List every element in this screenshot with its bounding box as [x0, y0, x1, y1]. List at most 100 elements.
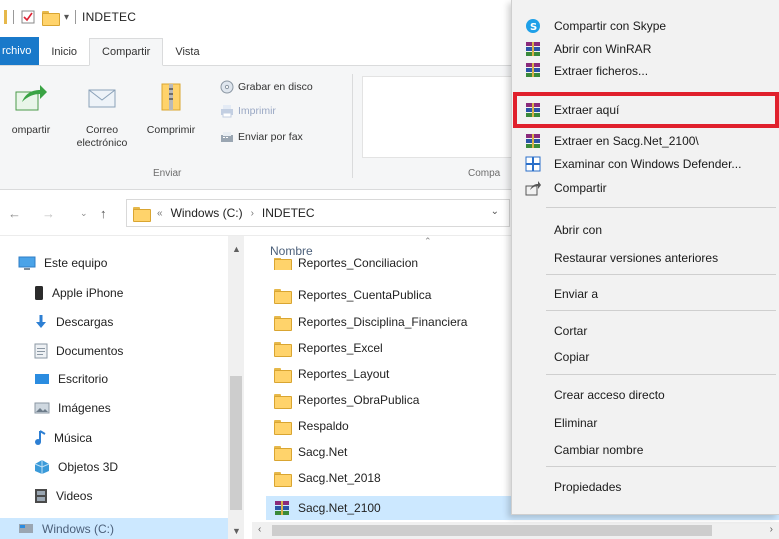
crumb-chevron-icon[interactable]: › — [251, 208, 254, 219]
file-row[interactable]: Reportes_Disciplina_Financiera — [274, 315, 467, 331]
file-name: Reportes_ObraPublica — [298, 393, 420, 407]
up-arrow-icon[interactable]: ↑ — [100, 206, 107, 221]
nav-item-label: Imágenes — [58, 401, 111, 415]
menu-item-label: Eliminar — [554, 416, 598, 430]
window-title: INDETEC — [82, 10, 137, 24]
menu-item-share[interactable]: Compartir — [512, 175, 779, 201]
folder-icon — [133, 206, 151, 222]
group-share-label: Compa — [468, 168, 501, 179]
menu-separator — [546, 274, 776, 275]
file-row[interactable]: Reportes_ObraPublica — [274, 393, 420, 409]
column-header-name[interactable]: Nombre — [270, 244, 313, 258]
folder-icon — [274, 419, 292, 435]
menu-item-create-shortcut[interactable]: Crear acceso directo — [512, 382, 779, 408]
compress-button[interactable]: Comprimir — [140, 80, 202, 137]
menu-item-label: Compartir con Skype — [554, 19, 667, 33]
computer-icon — [18, 256, 36, 270]
qa-dropdown-icon[interactable]: ▾ — [64, 12, 69, 23]
menu-item-open-winrar[interactable]: Abrir con WinRAR — [512, 36, 779, 62]
nav-item-music[interactable]: Música — [34, 430, 92, 446]
file-row[interactable]: Reportes_CuentaPublica — [274, 288, 432, 304]
menu-item-label: Cortar — [554, 324, 588, 338]
nav-item-windows-c[interactable]: Windows (C:) — [0, 518, 228, 539]
phone-icon — [35, 286, 43, 300]
nav-scrollbar-thumb[interactable] — [230, 376, 242, 510]
back-arrow-icon[interactable]: ← — [8, 206, 21, 221]
file-row-partial[interactable]: Reportes_Conciliacion — [274, 258, 418, 270]
print-button[interactable]: Imprimir — [220, 104, 276, 118]
file-row[interactable]: Respaldo — [274, 419, 349, 435]
group-send-label: Enviar — [153, 168, 182, 179]
menu-separator — [546, 207, 776, 208]
menu-item-extract-files[interactable]: Extraer ficheros... — [512, 60, 779, 80]
breadcrumb-drive[interactable]: Windows (C:) — [171, 206, 243, 220]
email-button[interactable]: Correo electrónico — [72, 80, 132, 150]
email-label-1: Correo — [85, 124, 119, 136]
file-row[interactable]: Sacg.Net_2018 — [274, 471, 381, 487]
menu-item-properties[interactable]: Propiedades — [512, 474, 779, 500]
winrar-extract-icon — [518, 62, 548, 78]
file-name: Reportes_CuentaPublica — [298, 288, 432, 302]
scroll-up-icon[interactable]: ▲ — [232, 244, 241, 254]
tab-view[interactable]: Vista — [163, 39, 211, 65]
context-menu: S Compartir con Skype Abrir con WinRAR E… — [511, 0, 779, 515]
recent-chevron-icon[interactable]: ⌄ — [80, 208, 88, 219]
file-row[interactable]: Sacg.Net — [274, 445, 347, 461]
tab-share[interactable]: Compartir — [89, 38, 164, 66]
menu-item-label: Enviar a — [554, 287, 599, 301]
winrar-archive-icon — [275, 501, 289, 515]
pictures-icon — [34, 402, 50, 414]
share-label: ompartir — [11, 124, 51, 136]
music-note-icon — [35, 430, 46, 445]
menu-item-restore-versions[interactable]: Restaurar versiones anteriores — [512, 245, 779, 271]
properties-icon[interactable] — [20, 9, 36, 25]
scroll-right-icon[interactable]: › — [770, 524, 773, 535]
horizontal-scrollbar[interactable]: ‹ › — [252, 522, 779, 539]
menu-item-label: Propiedades — [554, 480, 622, 494]
nav-item-pictures[interactable]: Imágenes — [34, 401, 111, 415]
fax-button[interactable]: Enviar por fax — [220, 130, 303, 144]
menu-item-label: Copiar — [554, 350, 590, 364]
nav-item-label: Apple iPhone — [52, 286, 124, 300]
new-folder-icon[interactable] — [42, 9, 60, 26]
nav-item-downloads[interactable]: Descargas — [34, 314, 113, 330]
crumb-overflow[interactable]: « — [157, 208, 163, 219]
group-separator — [352, 74, 353, 178]
fax-label: Enviar por fax — [238, 131, 303, 143]
breadcrumb-folder[interactable]: INDETEC — [262, 206, 315, 220]
nav-item-label: Videos — [56, 489, 93, 503]
tab-file[interactable]: rchivo — [0, 37, 40, 65]
menu-item-cut[interactable]: Cortar — [512, 318, 779, 344]
menu-item-open-with[interactable]: Abrir con — [512, 217, 779, 243]
forward-arrow-icon[interactable]: → — [42, 206, 55, 221]
menu-item-rename[interactable]: Cambiar nombre — [512, 437, 779, 463]
scroll-down-icon[interactable]: ▼ — [232, 526, 241, 536]
nav-item-3d-objects[interactable]: Objetos 3D — [34, 459, 118, 475]
fax-icon — [221, 132, 233, 142]
compress-label: Comprimir — [146, 124, 196, 136]
download-arrow-icon — [36, 315, 46, 328]
nav-item-apple-iphone[interactable]: Apple iPhone — [34, 285, 123, 301]
nav-item-this-pc[interactable]: Este equipo — [18, 256, 107, 270]
nav-item-label: Windows (C:) — [42, 522, 115, 536]
folder-icon — [274, 471, 292, 487]
file-row[interactable]: Reportes_Layout — [274, 367, 389, 383]
address-bar[interactable]: « Windows (C:) › INDETEC ⌄ — [126, 199, 510, 227]
scroll-left-icon[interactable]: ‹ — [258, 524, 261, 535]
menu-separator — [546, 310, 776, 311]
winrar-icon — [518, 41, 548, 57]
nav-item-videos[interactable]: Videos — [34, 488, 92, 504]
tab-home[interactable]: Inicio — [39, 39, 89, 65]
nav-item-documents[interactable]: Documentos — [34, 343, 123, 359]
file-row[interactable]: Reportes_Excel — [274, 341, 383, 357]
menu-item-scan-defender[interactable]: Examinar con Windows Defender... — [512, 151, 779, 177]
menu-item-copy[interactable]: Copiar — [512, 344, 779, 370]
address-dropdown-icon[interactable]: ⌄ — [491, 206, 499, 217]
share-button[interactable]: ompartir — [0, 80, 62, 137]
horizontal-scrollbar-thumb[interactable] — [272, 525, 712, 536]
menu-item-delete[interactable]: Eliminar — [512, 410, 779, 436]
nav-item-desktop[interactable]: Escritorio — [34, 372, 108, 386]
burn-disc-button[interactable]: Grabar en disco — [220, 80, 313, 94]
menu-item-send-to[interactable]: Enviar a — [512, 281, 779, 307]
file-name: Reportes_Excel — [298, 341, 383, 355]
